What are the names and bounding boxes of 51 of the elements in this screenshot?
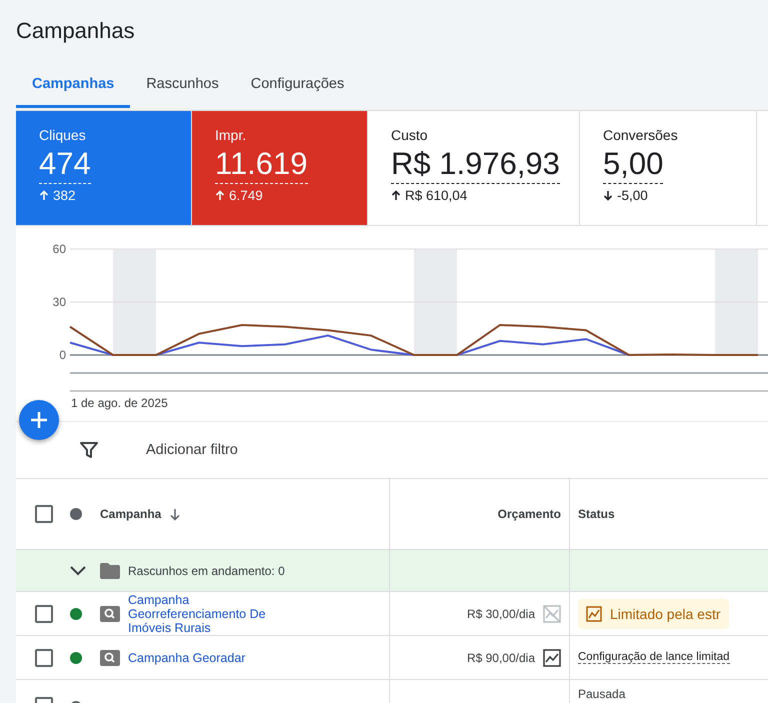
metric-card[interactable]: Impr. 11.619 6.749 [192,111,368,225]
axis-tick-label: 30 [52,295,66,309]
status-text: Pausada [578,687,626,701]
axis-tick-label: 0 [59,348,66,362]
search-campaign-icon [100,606,120,622]
column-header[interactable]: Status [578,507,615,521]
metric-change: 382 [53,188,76,203]
metric-change: -5,00 [617,188,648,203]
tab[interactable]: Configurações [234,70,360,108]
arrow-up-icon [39,190,49,201]
column-header[interactable]: Orçamento [498,507,561,521]
chart-icon[interactable] [543,648,561,666]
metric-label: Impr. [215,127,246,143]
status-link[interactable]: Configuração de lance limitad [578,651,730,664]
filter-icon[interactable] [80,441,98,459]
metric-value: 474 [39,145,91,184]
metric-label: Custo [391,127,428,143]
axis-tick-label: 60 [52,242,66,256]
budget-value: R$ 30,00/dia [466,606,535,620]
arrow-up-icon [215,190,225,201]
tab[interactable]: Rascunhos [130,70,235,108]
page-title: Campanhas [15,17,136,45]
arrow-up-icon [391,190,401,201]
metric-label: Cliques [39,127,86,143]
metric-change: 6.749 [229,188,263,203]
checkbox[interactable] [35,604,53,622]
tab[interactable]: Campanhas [16,70,130,108]
plus-icon [30,411,48,429]
folder-icon [100,562,120,578]
chevron-down-icon[interactable] [70,566,86,576]
add-filter-button[interactable]: Adicionar filtro [146,442,238,458]
arrow-down-icon [603,190,613,201]
metric-value: 11.619 [215,145,308,184]
date-label: 1 de ago. de 2025 [71,396,168,410]
checkbox[interactable] [35,505,53,523]
campaign-link[interactable]: Campanha Georadar [128,650,246,664]
campaign-link[interactable]: Campanha Georreferenciamento De Imóveis Rurais [128,592,278,634]
group-label: Rascunhos em andamento: 0 [128,564,285,578]
sort-down-icon[interactable] [169,508,182,520]
checkbox[interactable] [35,648,53,666]
chart-icon [586,606,602,622]
metric-value: R$ 1.976,93 [391,145,560,184]
column-header[interactable]: Campanha [100,507,162,521]
status-dot [70,508,82,520]
search-campaign-icon [100,650,120,666]
status-badge[interactable]: Limitado pela estr [578,598,729,628]
metric-change: R$ 610,04 [405,188,468,203]
budget-value: R$ 90,00/dia [466,650,535,664]
metric-value: 5,00 [603,145,664,184]
metric-card[interactable]: Cliques 474 382 [16,111,192,225]
metric-label: Conversões [603,127,678,143]
